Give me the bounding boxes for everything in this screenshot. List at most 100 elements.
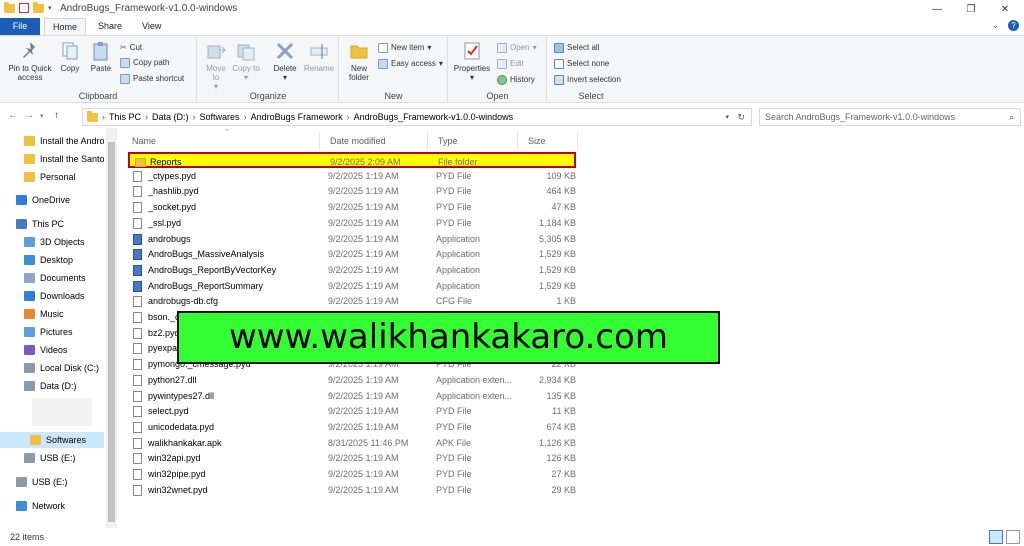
column-header-date[interactable]: Date modified (320, 132, 428, 150)
organize-group-label: Organize (249, 91, 287, 101)
maximize-button[interactable]: ❐ (954, 0, 988, 18)
file-row[interactable]: pywintypes27.dll 9/2/2025 1:19 AM Applicat… (128, 388, 576, 404)
file-row[interactable]: Reports 9/2/2025 2:09 AM File folder (128, 152, 576, 168)
easy-access-button[interactable]: Easy access ▾ (378, 57, 443, 71)
nav-item-videos[interactable]: Videos (0, 342, 104, 358)
nav-item-pictures[interactable]: Pictures (0, 324, 104, 340)
nav-item-label: OneDrive (32, 195, 71, 205)
nav-item-install-the-andro[interactable]: Install the Andro (0, 133, 104, 149)
nav-item-label: Desktop (40, 255, 74, 265)
tab-view[interactable]: View (132, 18, 171, 35)
address-bar[interactable]: › This PC › Data (D:) › Softwares › Andr… (82, 108, 752, 126)
column-header-name[interactable]: Name (122, 132, 320, 150)
file-name: AndroBugs_ReportSummary (148, 280, 264, 291)
close-button[interactable]: ✕ (988, 0, 1022, 18)
properties-button[interactable]: Properties ▾ (451, 40, 493, 82)
edit-button[interactable]: Edit (497, 57, 524, 71)
file-size: 5,305 KB (538, 233, 576, 244)
address-dropdown-icon[interactable]: ▾ (725, 113, 729, 121)
nav-item-network[interactable]: Network (0, 498, 104, 514)
help-icon[interactable]: ? (1008, 20, 1019, 31)
column-header-type[interactable]: Type (428, 132, 518, 150)
paste-button[interactable]: Paste (88, 40, 114, 73)
file-row[interactable]: AndroBugs_ReportByVectorKey 9/2/2025 1:19… (128, 262, 576, 278)
file-row[interactable]: win32pipe.pyd 9/2/2025 1:19 AM PYD File 27 … (128, 466, 576, 482)
file-row[interactable]: python27.dll 9/2/2025 1:19 AM Application … (128, 372, 576, 388)
column-header-size[interactable]: Size (518, 132, 578, 150)
large-icons-view-icon[interactable] (1006, 530, 1020, 544)
nav-item-onedrive[interactable]: OneDrive (0, 192, 104, 208)
file-icon (133, 406, 142, 418)
paste-shortcut-button[interactable]: Paste shortcut (120, 72, 184, 86)
copy-button[interactable]: Copy (58, 40, 82, 73)
file-row[interactable]: _ctypes.pyd 9/2/2025 1:19 AM PYD File 109 K… (128, 168, 576, 184)
nav-item-music[interactable]: Music (0, 306, 104, 322)
cut-button[interactable]: ✂ Cut (120, 41, 142, 55)
file-row[interactable]: AndroBugs_MassiveAnalysis 9/2/2025 1:19 A… (128, 246, 576, 262)
nav-item-personal[interactable]: Personal (0, 169, 104, 185)
refresh-icon[interactable]: ↻ (737, 112, 745, 123)
file-row[interactable]: _hashlib.pyd 9/2/2025 1:19 AM PYD File 464 … (128, 183, 576, 199)
file-row[interactable]: AndroBugs_ReportSummary 9/2/2025 1:19 AM A… (128, 278, 576, 294)
file-row[interactable]: androbugs 9/2/2025 1:19 AM Application 5,30… (128, 231, 576, 247)
nav-item-3d-objects[interactable]: 3D Objects (0, 234, 104, 250)
file-row[interactable]: walikhankakar.apk 8/31/2025 11:46 PM APK F… (128, 435, 576, 451)
nav-scrollbar-thumb[interactable] (108, 142, 115, 522)
file-row[interactable]: _ssl.pyd 9/2/2025 1:19 AM PYD File 1,184 KB (128, 215, 576, 231)
file-row[interactable]: unicodedata.pyd 9/2/2025 1:19 AM PYD File 6… (128, 419, 576, 435)
nav-item-data-d[interactable]: Data (D:) (0, 378, 104, 394)
new-item-button[interactable]: New item ▾ (378, 41, 431, 55)
forward-arrow-icon[interactable]: → (24, 110, 34, 121)
tab-share[interactable]: Share (88, 18, 132, 35)
file-row[interactable]: androbugs-db.cfg 9/2/2025 1:19 AM CFG File… (128, 293, 576, 309)
tab-file[interactable]: File (0, 18, 40, 35)
file-name: _ctypes.pyd (148, 170, 197, 181)
file-size: 674 KB (546, 421, 576, 432)
back-arrow-icon[interactable]: ← (8, 110, 18, 121)
select-none-button[interactable]: Select none (554, 57, 609, 71)
nav-item-usb-e[interactable]: USB (E:) (0, 450, 104, 466)
copy-to-button[interactable]: Copy to ▾ (232, 40, 260, 82)
details-view-icon[interactable] (989, 530, 1003, 544)
search-input[interactable]: Search AndroBugs_Framework-v1.0.0-window… (759, 108, 1021, 126)
nav-item-local-disk-c[interactable]: Local Disk (C:) (0, 360, 104, 376)
breadcrumb-androbugs-framework[interactable]: AndroBugs Framework (251, 112, 343, 122)
file-row[interactable]: win32wnet.pyd 9/2/2025 1:19 AM PYD File 29 … (128, 482, 576, 498)
file-row[interactable]: win32api.pyd 9/2/2025 1:19 AM PYD File 126 … (128, 450, 576, 466)
breadcrumb-this-pc[interactable]: This PC (109, 112, 141, 122)
copy-path-button[interactable]: Copy path (120, 56, 169, 70)
invert-selection-button[interactable]: Invert selection (554, 73, 621, 87)
file-row[interactable]: select.pyd 9/2/2025 1:19 AM PYD File 11 KB (128, 403, 576, 419)
up-arrow-icon[interactable]: ↑ (54, 110, 59, 121)
breadcrumb-data-d[interactable]: Data (D:) (152, 112, 189, 122)
new-folder-icon[interactable] (33, 1, 44, 13)
nav-item-install-the-santol[interactable]: Install the Santol (0, 151, 104, 167)
tab-home[interactable]: Home (44, 18, 86, 35)
nav-item-downloads[interactable]: Downloads (0, 288, 104, 304)
file-type: Application exten... (436, 390, 513, 401)
nav-item-usb-e[interactable]: USB (E:) (0, 474, 104, 490)
pin-quick-access-button[interactable]: Pin to Quick access (4, 40, 56, 82)
breadcrumb-current-folder[interactable]: AndroBugs_Framework-v1.0.0-windows (354, 112, 514, 122)
new-folder-button[interactable]: New folder (344, 40, 374, 82)
open-button[interactable]: Open ▾ (497, 41, 537, 55)
nav-item-this-pc[interactable]: This PC (0, 216, 104, 232)
customize-arrow-icon[interactable]: ▾ (48, 4, 52, 12)
properties-check-icon[interactable] (19, 3, 29, 13)
nav-item-documents[interactable]: Documents (0, 270, 104, 286)
blurred-region (32, 398, 92, 426)
file-row[interactable]: _socket.pyd 9/2/2025 1:19 AM PYD File 47 KB (128, 199, 576, 215)
cube-icon (24, 237, 35, 247)
breadcrumb-softwares[interactable]: Softwares (200, 112, 240, 122)
select-all-button[interactable]: Select all (554, 41, 599, 55)
move-to-button[interactable]: Move to ▾ (202, 40, 230, 91)
nav-item-softwares[interactable]: Softwares (0, 432, 104, 448)
expand-ribbon-icon[interactable]: ⌄ (992, 21, 999, 30)
history-button[interactable]: History (497, 73, 535, 87)
minimize-button[interactable]: — (920, 0, 954, 18)
rename-button[interactable]: Rename (302, 40, 336, 73)
delete-button[interactable]: Delete ▾ (270, 40, 300, 82)
recent-locations-icon[interactable]: ▾ (40, 112, 44, 120)
nav-item-desktop[interactable]: Desktop (0, 252, 104, 268)
nav-scrollbar[interactable] (106, 128, 117, 528)
